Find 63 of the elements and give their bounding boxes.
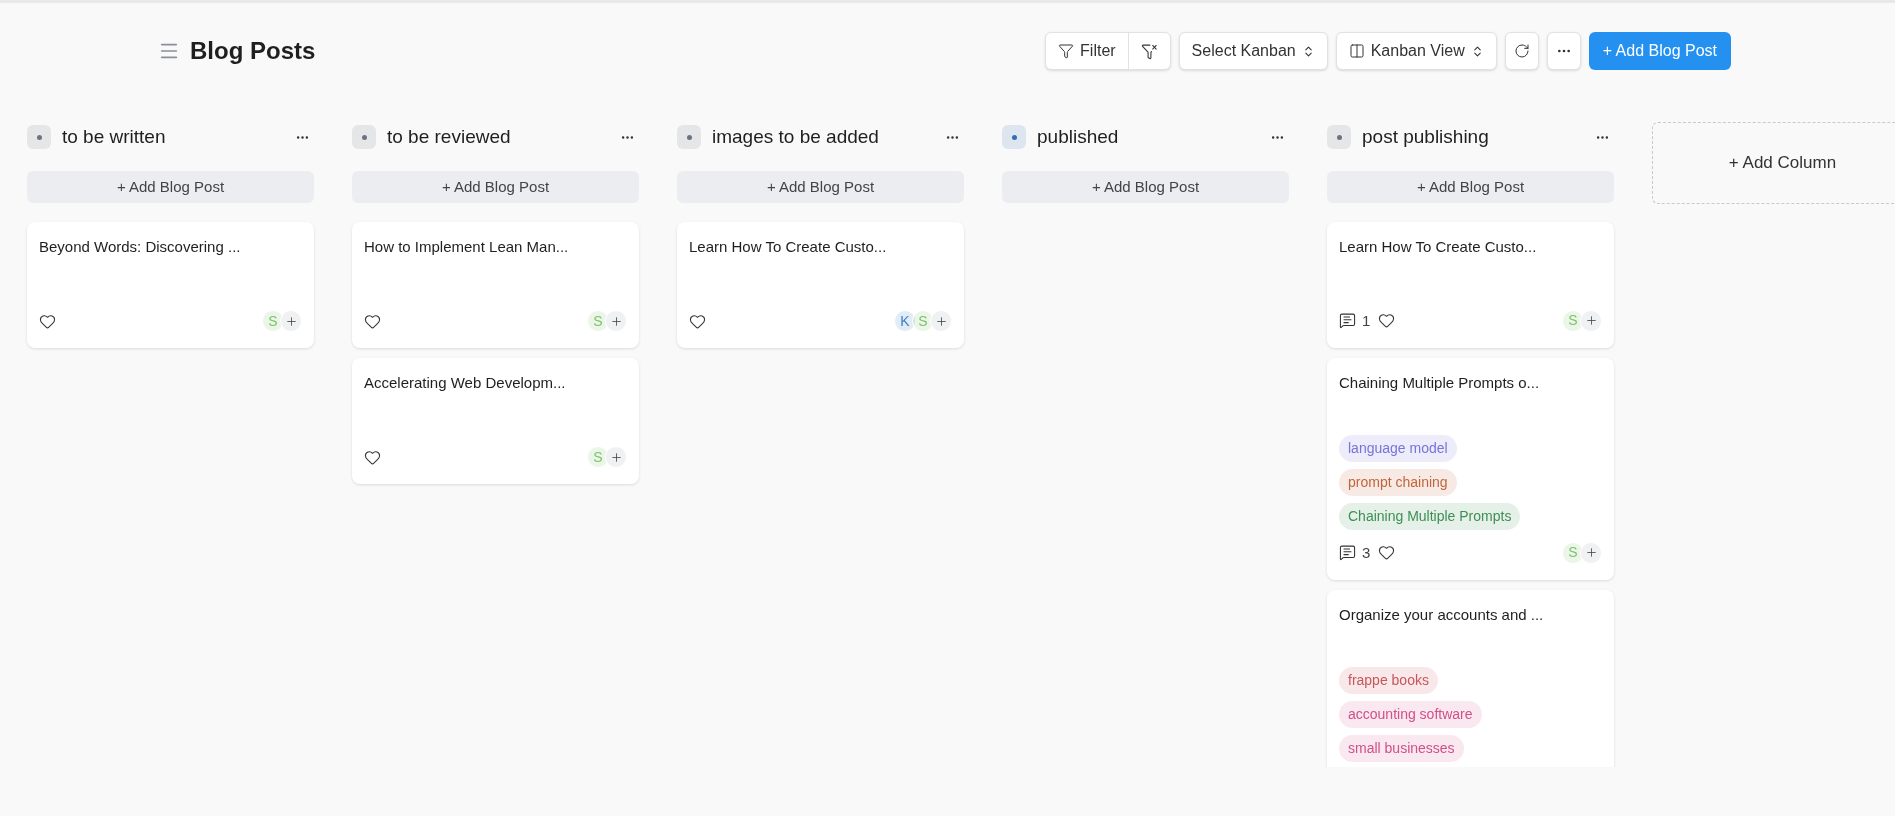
tag: language model: [1339, 434, 1457, 462]
post-card[interactable]: Organize your accounts and ... frappe books accounting software small businesses: [1327, 590, 1614, 767]
avatar: K: [894, 310, 916, 332]
like-icon[interactable]: [1378, 544, 1396, 562]
comment-icon[interactable]: [1339, 312, 1356, 330]
select-kanban-dropdown[interactable]: Select Kanban: [1178, 32, 1328, 70]
add-card-button[interactable]: + Add Blog Post: [352, 171, 639, 203]
comment-count: 3: [1362, 542, 1371, 563]
add-assignee-button[interactable]: [1580, 541, 1602, 564]
refresh-button[interactable]: [1504, 32, 1539, 70]
plus-icon: [609, 450, 623, 464]
filter-icon: [1058, 43, 1075, 59]
plus-icon: [609, 314, 623, 328]
card-title: Learn How To Create Custo...: [689, 237, 888, 257]
view-dropdown[interactable]: Kanban View: [1335, 32, 1497, 70]
post-card[interactable]: Learn How To Create Custo... 1 S: [1327, 222, 1614, 348]
card-title: Organize your accounts and ...: [1339, 605, 1545, 625]
card-title: Learn How To Create Custo...: [1339, 237, 1538, 257]
card-title: Accelerating Web Developm...: [364, 373, 567, 393]
tag: small businesses: [1339, 734, 1464, 762]
comment-count: 1: [1362, 310, 1371, 331]
columns-icon: [1348, 43, 1365, 59]
card-title: How to Implement Lean Man...: [364, 237, 570, 257]
post-card[interactable]: Beyond Words: Discovering ... S: [27, 222, 314, 348]
add-assignee-button[interactable]: [605, 310, 627, 332]
page-title: Blog Posts: [190, 36, 316, 66]
column-title: post publishing: [1362, 124, 1489, 149]
comment-icon[interactable]: [1339, 544, 1356, 562]
add-card-button[interactable]: + Add Blog Post: [1002, 171, 1289, 203]
plus-icon: [1584, 314, 1598, 328]
tag: prompt chaining: [1339, 468, 1457, 496]
column-title: images to be added: [712, 124, 879, 149]
post-card[interactable]: Learn How To Create Custo... K S: [677, 222, 964, 348]
card-title: Beyond Words: Discovering ...: [39, 237, 242, 257]
tag: frappe books: [1339, 666, 1438, 694]
add-assignee-button[interactable]: [930, 310, 952, 332]
tag: accounting software: [1339, 700, 1482, 728]
add-card-button[interactable]: + Add Blog Post: [1327, 171, 1614, 203]
funnel-x-icon: [1140, 42, 1158, 60]
like-icon[interactable]: [1378, 312, 1396, 330]
add-column-button[interactable]: + Add Column: [1652, 122, 1895, 204]
tag: Chaining Multiple Prompts: [1339, 502, 1521, 530]
like-icon[interactable]: [39, 312, 56, 330]
add-card-button[interactable]: + Add Blog Post: [27, 171, 314, 203]
like-icon[interactable]: [364, 312, 381, 330]
plus-icon: [934, 314, 948, 328]
post-card[interactable]: How to Implement Lean Man... S: [352, 222, 639, 348]
plus-icon: [1584, 546, 1598, 560]
column-title: to be reviewed: [387, 124, 511, 149]
column-title: to be written: [62, 124, 166, 149]
like-icon[interactable]: [364, 448, 381, 466]
column-title: published: [1037, 124, 1119, 149]
plus-icon: [284, 314, 298, 328]
add-assignee-button[interactable]: [280, 310, 302, 332]
refresh-icon: [1513, 43, 1530, 59]
post-card[interactable]: Accelerating Web Developm... S: [352, 358, 639, 484]
add-card-button[interactable]: + Add Blog Post: [677, 171, 964, 203]
add-assignee-button[interactable]: [1580, 309, 1602, 332]
like-icon[interactable]: [689, 312, 706, 330]
filter-button[interactable]: Filter: [1046, 33, 1129, 69]
add-assignee-button[interactable]: [605, 446, 627, 468]
post-card[interactable]: Chaining Multiple Prompts o... language model prompt chaining Chaining Multiple Prompts 3 S: [1327, 358, 1614, 580]
card-title: Chaining Multiple Prompts o...: [1339, 373, 1541, 393]
